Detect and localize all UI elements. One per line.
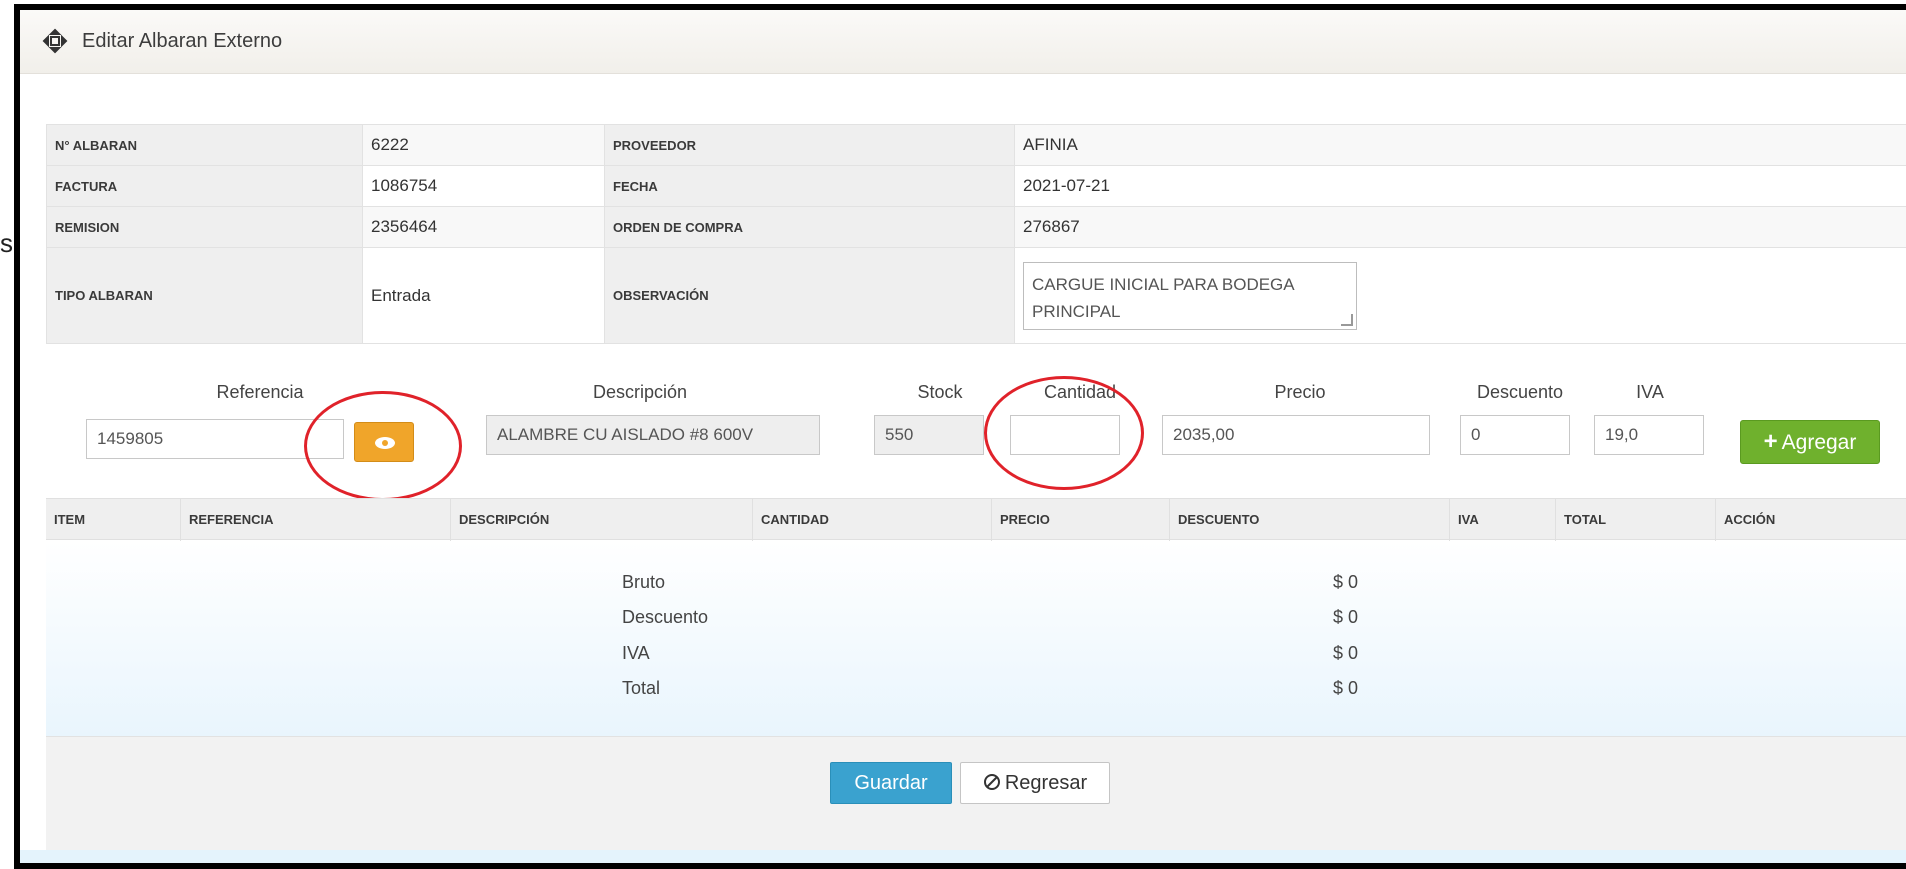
info-row: REMISION 2356464 ORDEN DE COMPRA 276867 <box>46 206 1906 248</box>
column-header: ACCIÓN <box>1724 512 1776 527</box>
descuento-label: Descuento <box>1476 382 1564 402</box>
iva-total-label: IVA <box>622 643 650 663</box>
ban-icon <box>983 774 1000 790</box>
total-value: $ 0 <box>1333 678 1359 698</box>
resize-handle-icon[interactable] <box>1341 313 1353 326</box>
descuento-input[interactable]: 0 <box>1460 415 1570 455</box>
precio-input[interactable]: 2035,00 <box>1162 415 1430 455</box>
totals-panel: Bruto $ 0 Descuento $ 0 IVA $ 0 Total $ … <box>46 541 1906 736</box>
info-row: N° ALBARAN 6222 PROVEEDOR AFINIA <box>46 124 1906 166</box>
descripcion-input[interactable]: ALAMBRE CU AISLADO #8 600V <box>486 415 820 455</box>
stock-label: Stock <box>917 382 963 402</box>
albaran-info-table: N° ALBARAN 6222 PROVEEDOR AFINIA FACTURA… <box>46 124 1906 344</box>
column-header: IVA <box>1450 499 1556 541</box>
referencia-label: Referencia <box>216 382 304 402</box>
column-header: DESCUENTO <box>1170 499 1450 541</box>
column-header: CANTIDAD <box>753 499 992 541</box>
info-label: PROVEEDOR <box>604 124 1015 166</box>
info-label: FACTURA <box>46 165 363 207</box>
tipo-albaran-value: Entrada <box>362 247 605 344</box>
descuento-total-value: $ 0 <box>1333 607 1359 627</box>
main-frame: Editar Albaran Externo N° ALBARAN 6222 P… <box>14 4 1906 869</box>
info-row: TIPO ALBARAN Entrada OBSERVACIÓN CARGUE … <box>46 247 1906 344</box>
annotation-circle <box>984 376 1144 490</box>
iva-total-value: $ 0 <box>1333 643 1359 663</box>
column-header: ITEM <box>46 499 181 541</box>
precio-label: Precio <box>1274 382 1326 402</box>
info-value: 6222 <box>362 124 605 166</box>
info-label: FECHA <box>604 165 1015 207</box>
save-button[interactable]: Guardar <box>830 762 952 804</box>
bruto-label: Bruto <box>622 572 666 592</box>
annotation-circle <box>304 391 462 501</box>
stock-input[interactable]: 550 <box>874 415 984 455</box>
stray-glyph: s <box>0 228 13 258</box>
observacion-textarea[interactable]: CARGUE INICIAL PARA BODEGA PRINCIPAL <box>1023 261 1357 330</box>
back-button[interactable]: Regresar <box>960 762 1110 804</box>
column-header: TOTAL <box>1556 499 1716 541</box>
plus-icon: + <box>1763 428 1778 455</box>
column-header: REFERENCIA <box>181 499 451 541</box>
add-item-button[interactable]: + Agregar <box>1740 420 1880 464</box>
observacion-label: OBSERVACIÓN <box>604 247 1015 344</box>
info-row: FACTURA 1086754 FECHA 2021-07-21 <box>46 165 1906 207</box>
info-value: 2021-07-21 <box>1014 165 1906 207</box>
descripcion-label: Descripción <box>592 382 688 402</box>
bruto-value: $ 0 <box>1333 572 1359 592</box>
info-value: 2356464 <box>362 206 605 248</box>
column-header: PRECIO <box>992 499 1170 541</box>
page-title: Editar Albaran Externo <box>82 30 283 52</box>
iva-label: IVA <box>1636 382 1664 402</box>
iva-input[interactable]: 19,0 <box>1594 415 1704 455</box>
info-label: REMISION <box>46 206 363 248</box>
column-header: DESCRIPCIÓN <box>451 499 753 541</box>
descuento-total-label: Descuento <box>622 607 709 627</box>
info-value: 1086754 <box>362 165 605 207</box>
info-value: AFINIA <box>1014 124 1906 166</box>
observacion-cell: CARGUE INICIAL PARA BODEGA PRINCIPAL <box>1014 247 1906 344</box>
panel-header: Editar Albaran Externo <box>20 10 1906 74</box>
move-icon <box>42 28 68 54</box>
page-bottom-band <box>20 850 1906 863</box>
info-label: ORDEN DE COMPRA <box>604 206 1015 248</box>
total-label: Total <box>622 678 661 698</box>
info-label: N° ALBARAN <box>46 124 363 166</box>
info-value: 276867 <box>1014 206 1906 248</box>
back-label: Regresar <box>1004 772 1088 794</box>
add-item-label: Agregar <box>1781 431 1857 454</box>
observacion-text: CARGUE INICIAL PARA BODEGA PRINCIPAL <box>1032 274 1294 321</box>
items-table-header: ITEM REFERENCIA DESCRIPCIÓN CANTIDAD PRE… <box>46 498 1906 541</box>
tipo-albaran-label: TIPO ALBARAN <box>46 247 363 344</box>
